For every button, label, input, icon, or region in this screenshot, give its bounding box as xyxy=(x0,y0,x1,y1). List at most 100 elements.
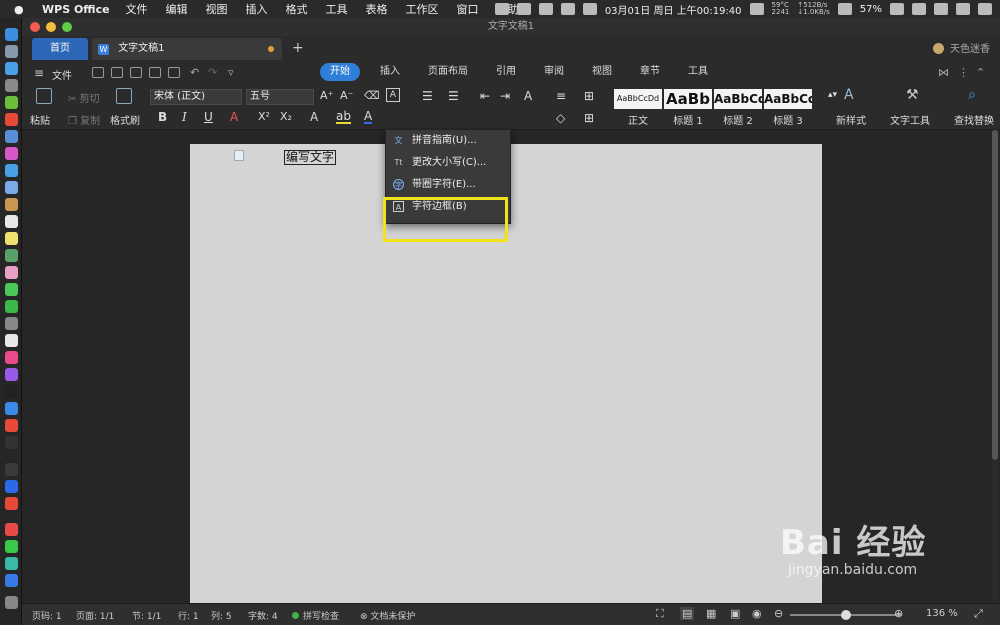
tab-view[interactable]: 视图 xyxy=(578,63,626,81)
tab-insert[interactable]: 插入 xyxy=(366,63,414,81)
line-spacing-icon[interactable]: ≡ xyxy=(556,89,566,103)
menu-table[interactable]: 表格 xyxy=(366,1,388,17)
web-view-icon[interactable]: ▣ xyxy=(730,607,740,620)
globe-icon[interactable] xyxy=(494,3,509,15)
paste-button[interactable]: 粘贴 xyxy=(30,112,50,127)
find-replace-button[interactable]: 查找替换 xyxy=(954,112,994,127)
decrease-indent-icon[interactable]: ⇤ xyxy=(480,89,490,103)
bluetooth-icon[interactable] xyxy=(912,3,926,15)
app-icon-31[interactable] xyxy=(5,557,18,570)
save-icon[interactable] xyxy=(111,67,123,78)
shading-icon[interactable]: ◇ xyxy=(556,111,565,125)
stats-icon[interactable] xyxy=(749,3,764,15)
bullet-list-icon[interactable]: ☰ xyxy=(422,89,433,103)
zoom-in-icon[interactable]: ⊕ xyxy=(894,607,903,620)
battery-percent[interactable]: 57% xyxy=(860,4,882,15)
app-icon-8[interactable] xyxy=(5,147,18,160)
print-preview-icon[interactable] xyxy=(168,67,180,78)
new-style-icon[interactable]: A xyxy=(844,87,860,103)
chinese-layout-icon[interactable]: A xyxy=(524,89,532,103)
hamburger-menu-icon[interactable]: ≡ xyxy=(34,66,44,80)
calendar-app-icon[interactable] xyxy=(5,215,18,228)
status-word-count[interactable]: 字数: 4 xyxy=(248,609,278,622)
copy-button[interactable]: ❐ 复制 xyxy=(68,112,100,127)
menu-file[interactable]: 文件 xyxy=(126,1,148,17)
undo-icon[interactable]: ↶ xyxy=(190,66,199,79)
close-icon[interactable] xyxy=(30,22,40,32)
app-icon-4[interactable] xyxy=(5,79,18,92)
app-icon-5[interactable] xyxy=(5,96,18,109)
clock-icon[interactable] xyxy=(560,3,575,15)
tab-references[interactable]: 引用 xyxy=(482,63,530,81)
notes-icon[interactable] xyxy=(5,232,18,245)
highlight-icon[interactable]: ab xyxy=(336,110,351,124)
spell-check-button[interactable]: 拼写检查 xyxy=(292,609,339,622)
app-name[interactable]: WPS Office xyxy=(42,3,110,16)
finder-icon[interactable] xyxy=(5,28,18,41)
char-border-menu-icon[interactable]: A xyxy=(386,88,400,102)
app-icon-28[interactable] xyxy=(5,497,18,510)
style-heading-2[interactable]: AaBbCc 标题 2 xyxy=(714,89,762,127)
photos-icon[interactable] xyxy=(5,266,18,279)
text-tools-button[interactable]: 文字工具 xyxy=(890,112,930,127)
print-icon[interactable] xyxy=(149,67,161,78)
style-heading-1[interactable]: AaBb 标题 1 xyxy=(664,89,712,127)
appstore-icon[interactable] xyxy=(5,402,18,415)
tab-review[interactable]: 审阅 xyxy=(530,63,578,81)
tab-document[interactable]: W 文字文稿1 xyxy=(92,38,282,60)
tab-page-layout[interactable]: 页面布局 xyxy=(414,63,482,81)
minimize-icon[interactable] xyxy=(46,22,56,32)
zoom-level[interactable]: 136 % xyxy=(926,608,958,619)
menu-tools[interactable]: 工具 xyxy=(326,1,348,17)
app-icon-29[interactable] xyxy=(5,523,18,536)
user-account[interactable]: 天色迷香 xyxy=(932,40,990,55)
customize-toolbar-icon[interactable]: ▿ xyxy=(228,66,234,79)
numbered-list-icon[interactable]: ☰ xyxy=(448,89,459,103)
style-normal[interactable]: AaBbCcDd 正文 xyxy=(614,89,662,127)
status-pages[interactable]: 页面: 1/1 xyxy=(76,609,114,622)
underline-icon[interactable]: U xyxy=(204,110,213,124)
outline-view-icon[interactable]: ▦ xyxy=(706,607,716,620)
maximize-icon[interactable] xyxy=(62,22,72,32)
menu-edit[interactable]: 编辑 xyxy=(166,1,188,17)
app-icon-10[interactable] xyxy=(5,181,18,194)
star-icon[interactable] xyxy=(956,3,970,15)
menu-insert[interactable]: 插入 xyxy=(246,1,268,17)
app-icon-9[interactable] xyxy=(5,164,18,177)
document-text[interactable]: 编写文字 xyxy=(284,150,337,165)
paste-icon[interactable] xyxy=(36,88,52,104)
page-outline-icon[interactable] xyxy=(234,150,244,161)
more-icon[interactable]: ⋮ xyxy=(958,66,969,79)
status-row[interactable]: 行: 1 xyxy=(178,609,199,622)
font-color-icon[interactable]: A xyxy=(364,110,373,124)
tab-section[interactable]: 章节 xyxy=(626,63,674,81)
tab-home-ribbon[interactable]: 开始 xyxy=(320,63,360,81)
clear-format-icon[interactable]: ⌫ xyxy=(364,89,380,102)
apple-icon[interactable]: ● xyxy=(14,3,28,16)
grow-font-icon[interactable]: A⁺ xyxy=(320,89,333,102)
terminal-icon[interactable] xyxy=(5,436,18,449)
app-icon-11[interactable] xyxy=(5,198,18,211)
table-borders-icon[interactable]: ⊞ xyxy=(584,89,594,103)
enclosed-char-item[interactable]: 字 带圈字符(E)... xyxy=(386,174,510,196)
style-heading-3[interactable]: AaBbCc 标题 3 xyxy=(764,89,812,127)
shrink-font-icon[interactable]: A⁻ xyxy=(340,89,353,102)
menu-workspace[interactable]: 工作区 xyxy=(406,1,439,17)
scrollbar-thumb[interactable] xyxy=(992,130,998,460)
format-paint-icon[interactable] xyxy=(130,67,142,78)
chrome-icon[interactable] xyxy=(5,113,18,126)
messages-icon[interactable] xyxy=(5,283,18,296)
cut-button[interactable]: ✂ 剪切 xyxy=(68,90,100,105)
app-icon-26[interactable] xyxy=(5,463,18,476)
italic-icon[interactable]: I xyxy=(182,110,187,124)
change-case-item[interactable]: Tt 更改大小写(C)... xyxy=(386,152,510,174)
new-style-button[interactable]: 新样式 xyxy=(836,112,866,127)
redo-icon[interactable]: ↷ xyxy=(208,66,217,79)
format-painter-button[interactable]: 格式刷 xyxy=(110,112,140,127)
superscript-icon[interactable]: X² xyxy=(258,110,270,123)
maps-icon[interactable] xyxy=(5,249,18,262)
eye-protect-icon[interactable]: ◉ xyxy=(752,607,762,620)
calendar-icon[interactable] xyxy=(582,3,597,15)
status-section[interactable]: 节: 1/1 xyxy=(132,609,161,622)
collapse-ribbon-icon[interactable]: ⌃ xyxy=(976,66,985,79)
